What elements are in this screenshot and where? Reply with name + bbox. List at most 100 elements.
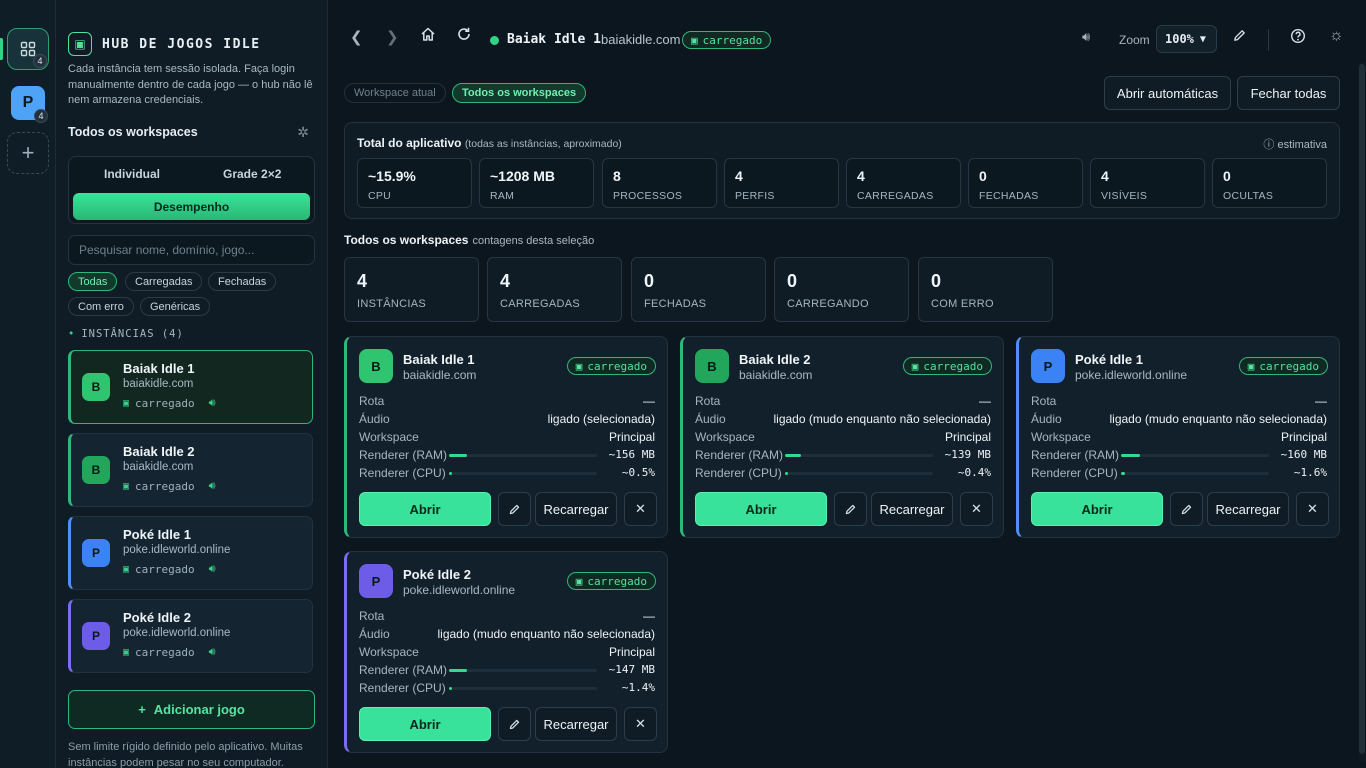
reload-button[interactable]: Recarregar: [1207, 492, 1289, 526]
cpu-row: Renderer (CPU) ~0.5%: [359, 466, 655, 480]
workspace-grid-button[interactable]: 4: [7, 28, 49, 70]
edit-button[interactable]: [1170, 492, 1203, 526]
instance-card-baiak-2: B Baiak Idle 2 baiakidle.com ▣ carregado …: [680, 336, 1004, 538]
workspace-p-button[interactable]: P 4: [7, 82, 49, 124]
instance-domain: poke.idleworld.online: [123, 627, 231, 639]
filter-error[interactable]: Com erro: [68, 297, 134, 316]
filter-closed[interactable]: Fechadas: [208, 272, 277, 291]
instance-domain: baiakidle.com: [123, 461, 194, 473]
add-workspace-button[interactable]: +: [7, 132, 49, 174]
workspace-row: Workspace Principal: [695, 430, 991, 444]
filter-all[interactable]: Todas: [68, 272, 118, 291]
brand: ▣ HUB DE JOGOS IDLE: [68, 32, 261, 56]
reload-button[interactable]: Recarregar: [871, 492, 953, 526]
scrollbar-thumb[interactable]: [1359, 64, 1365, 754]
help-icon[interactable]: [1290, 28, 1306, 48]
search-input[interactable]: [68, 235, 315, 265]
back-icon[interactable]: ❮: [350, 28, 363, 46]
reload-icon[interactable]: [456, 26, 472, 46]
sidebar-instance-baiak-1[interactable]: B Baiak Idle 1 baiakidle.com ▣ carregado 🔊…: [68, 350, 313, 424]
pencil-icon[interactable]: [1232, 28, 1247, 47]
performance-button[interactable]: Desempenho: [73, 193, 310, 220]
filter-current-workspace[interactable]: Workspace atual: [344, 83, 446, 103]
close-button[interactable]: ✕: [624, 707, 657, 741]
forward-icon[interactable]: ❯: [386, 28, 399, 46]
workspace-count-badge: 4: [34, 109, 48, 123]
workspace-rail: 4 P 4 +: [0, 0, 56, 768]
open-automatic-button[interactable]: Abrir automáticas: [1104, 76, 1231, 110]
main-panel: Workspace atual Todos os workspaces Abri…: [329, 62, 1366, 768]
instance-avatar: P: [359, 564, 393, 598]
open-button[interactable]: Abrir: [359, 707, 491, 741]
reload-button[interactable]: Recarregar: [535, 707, 617, 741]
tab-grid[interactable]: Grade 2×2: [223, 167, 281, 181]
open-button[interactable]: Abrir: [359, 492, 491, 526]
close-all-button[interactable]: Fechar todas: [1237, 76, 1340, 110]
pencil-icon: [509, 719, 520, 729]
count-instances: 4 INSTÂNCIAS: [344, 257, 479, 322]
edit-button[interactable]: [498, 492, 531, 526]
edit-button[interactable]: [498, 707, 531, 741]
sidebar-instance-poke-1[interactable]: P Poké Idle 1 poke.idleworld.online ▣ car…: [68, 516, 313, 590]
close-button[interactable]: ✕: [624, 492, 657, 526]
count-loading: 0 CARREGANDO: [774, 257, 909, 322]
instance-domain: baiakidle.com: [739, 368, 813, 382]
app-totals-panel: Total do aplicativo (todas as instâncias…: [344, 122, 1340, 219]
count-loaded: 4 CARREGADAS: [487, 257, 622, 322]
info-icon: ⓘ: [1263, 139, 1275, 151]
status-icon: ▣: [575, 574, 583, 588]
instance-status: ▣ carregado 🔊︎: [123, 645, 216, 659]
zoom-select[interactable]: 100% ▼: [1156, 25, 1217, 53]
close-button[interactable]: ✕: [960, 492, 993, 526]
sidebar-instance-baiak-2[interactable]: B Baiak Idle 2 baiakidle.com ▣ carregado 🔊…: [68, 433, 313, 507]
ram-bar: [785, 454, 933, 457]
status-badge: ▣ carregado: [902, 357, 992, 375]
filter-generic[interactable]: Genéricas: [140, 297, 211, 316]
add-game-button[interactable]: + Adicionar jogo: [68, 690, 315, 729]
filter-loaded[interactable]: Carregadas: [125, 272, 203, 291]
filter-all-workspaces[interactable]: Todos os workspaces: [452, 83, 587, 103]
cpu-bar-fill: [785, 472, 788, 475]
audio-row: Áudio ligado (mudo enquanto não seleciona…: [1031, 412, 1327, 426]
toolbar-divider: [1268, 29, 1269, 51]
instance-name: Baiak Idle 1: [123, 361, 195, 376]
instance-domain: poke.idleworld.online: [403, 583, 516, 597]
instance-avatar: B: [82, 373, 110, 401]
reload-button[interactable]: Recarregar: [535, 492, 617, 526]
close-button[interactable]: ✕: [1296, 492, 1329, 526]
workspace-row: Workspace Principal: [359, 645, 655, 659]
home-icon[interactable]: [420, 26, 436, 46]
status-icon: ▣: [123, 563, 130, 575]
sidebar-instance-poke-2[interactable]: P Poké Idle 2 poke.idleworld.online ▣ car…: [68, 599, 313, 673]
app-description: Cada instância tem sessão isolada. Faça …: [68, 63, 313, 106]
status-dot: [490, 36, 499, 45]
edit-button[interactable]: [834, 492, 867, 526]
status-icon: ▣: [691, 33, 698, 47]
cpu-row: Renderer (CPU) ~1.6%: [1031, 466, 1327, 480]
route-row: Rota —: [359, 609, 655, 623]
instance-avatar: B: [359, 349, 393, 383]
instance-status: ▣ carregado 🔊︎: [123, 479, 216, 493]
browser-toolbar: ❮ ❯ Baiak Idle 1 baiakidle.com ▣ carregad…: [329, 18, 1366, 62]
volume-icon[interactable]: 🔊︎: [1082, 29, 1090, 45]
total-hidden: 0 OCULTAS: [1212, 158, 1327, 208]
instance-status: ▣ carregado 🔊︎: [123, 396, 216, 410]
speaker-icon: 🔊︎: [208, 396, 216, 409]
settings-icon[interactable]: ✲: [297, 124, 309, 141]
workspace-row: Workspace Principal: [359, 430, 655, 444]
open-button[interactable]: Abrir: [1031, 492, 1163, 526]
instance-domain: baiakidle.com: [403, 368, 477, 382]
route-row: Rota —: [695, 394, 991, 408]
status-icon: ▣: [1247, 359, 1255, 373]
theme-sun-icon[interactable]: ☼: [1329, 27, 1344, 45]
open-button[interactable]: Abrir: [695, 492, 827, 526]
close-icon: ✕: [1307, 501, 1318, 516]
ram-bar-fill: [1121, 454, 1141, 457]
tab-individual[interactable]: Individual: [104, 167, 160, 181]
route-row: Rota —: [359, 394, 655, 408]
workspaces-heading: Todos os workspaces: [68, 125, 198, 139]
cpu-bar-fill: [449, 687, 452, 690]
footer-note: Sem limite rígido definido pelo aplicati…: [68, 741, 303, 768]
app-title: HUB DE JOGOS IDLE: [102, 36, 261, 52]
ram-row: Renderer (RAM) ~156 MB: [359, 448, 655, 462]
